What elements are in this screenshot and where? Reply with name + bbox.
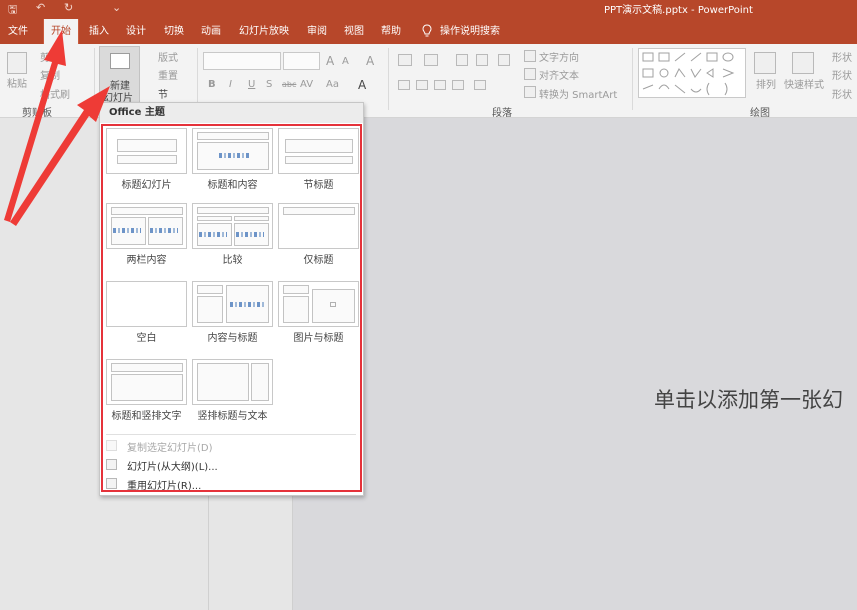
strikethrough-button[interactable]: abc [282,80,296,89]
increase-font-icon[interactable]: A [326,54,334,68]
tab-home[interactable]: 开始 [43,19,79,44]
tab-help[interactable]: 帮助 [375,19,407,44]
copy-button[interactable]: 复制 [40,67,60,82]
tab-design[interactable]: 设计 [120,19,152,44]
lightbulb-icon [422,24,432,37]
group-divider [197,48,198,110]
clear-format-icon[interactable]: A [366,54,374,68]
align-text-icon [524,68,536,80]
slide-placeholder-text[interactable]: 单击以添加第一张幻 [654,384,843,414]
tab-insert[interactable]: 插入 [83,19,115,44]
paragraph-group-label: 段落 [492,108,512,119]
font-size-combobox[interactable] [283,52,320,70]
paste-icon[interactable] [7,52,27,74]
tell-me-search[interactable]: 操作说明搜索 [440,19,506,44]
quick-styles-button[interactable]: 快速样式 [784,76,824,91]
drawing-group-label: 绘图 [750,108,770,119]
window-title: PPT演示文稿.pptx - PowerPoint [604,5,753,16]
quick-styles-icon [792,52,814,74]
justify-icon[interactable] [452,80,464,90]
group-divider [388,48,389,110]
numbering-icon[interactable] [424,54,438,66]
change-case-button[interactable]: Aa [326,79,339,90]
smartart-icon [524,86,536,98]
shape-effects-button[interactable]: 形状 [832,86,852,101]
shape-outline-button[interactable]: 形状 [832,67,852,82]
reset-button[interactable]: 重置 [158,67,178,82]
format-painter-button[interactable]: 格式刷 [40,86,70,101]
text-direction-icon [524,50,536,62]
font-color-button[interactable]: A [358,78,366,92]
save-icon[interactable]: 🖫 [8,1,17,20]
group-divider [632,48,633,110]
highlight-frame [101,124,362,492]
columns-icon[interactable] [474,80,486,90]
bullets-icon[interactable] [398,54,412,66]
new-slide-button[interactable]: 新建 幻灯片 [99,46,140,104]
tab-file[interactable]: 文件 [2,19,34,44]
align-text-button[interactable]: 对齐文本 [539,67,579,82]
section-button[interactable]: 节 [158,86,168,101]
arrange-button[interactable]: 排列 [756,76,776,91]
undo-icon[interactable]: ↶ [36,1,45,14]
cut-button[interactable]: 剪切 [40,49,60,64]
italic-button[interactable]: I [229,79,232,90]
shapes-icons [642,52,735,96]
group-divider [94,48,95,110]
layout-button[interactable]: 版式 [158,49,178,64]
increase-indent-icon[interactable] [476,54,488,66]
align-left-icon[interactable] [398,80,410,90]
char-spacing-button[interactable]: AV [300,79,313,90]
new-slide-icon [110,53,130,69]
dropdown-header: Office 主题 [100,103,363,123]
text-direction-button[interactable]: 文字方向 [539,49,579,64]
font-name-combobox[interactable] [203,52,281,70]
ribbon-tabs: 文件 开始 插入 设计 切换 动画 幻灯片放映 审阅 视图 帮助 操作说明搜索 [0,19,857,44]
paste-button[interactable]: 粘贴 [7,75,27,90]
clipboard-group-label: 剪贴板 [22,108,52,119]
align-right-icon[interactable] [434,80,446,90]
decrease-indent-icon[interactable] [456,54,468,66]
tab-transitions[interactable]: 切换 [158,19,190,44]
customize-qat-icon[interactable]: ⌄ [112,1,121,14]
line-spacing-icon[interactable] [498,54,510,66]
tab-review[interactable]: 审阅 [301,19,333,44]
decrease-font-icon[interactable]: A [342,56,349,67]
tab-view[interactable]: 视图 [338,19,370,44]
shadow-button[interactable]: S [266,79,272,90]
shape-fill-button[interactable]: 形状 [832,49,852,64]
convert-smartart-button[interactable]: 转换为 SmartArt [539,86,617,101]
tab-slideshow[interactable]: 幻灯片放映 [234,19,294,44]
bold-button[interactable]: B [208,79,216,90]
redo-icon[interactable]: ↻ [64,1,73,14]
underline-button[interactable]: U [248,79,255,90]
tab-animations[interactable]: 动画 [195,19,227,44]
shapes-gallery[interactable] [638,48,746,98]
arrange-icon [754,52,776,74]
align-center-icon[interactable] [416,80,428,90]
title-bar: 🖫 ↶ ↻ ⌄ PPT演示文稿.pptx - PowerPoint [0,0,857,19]
